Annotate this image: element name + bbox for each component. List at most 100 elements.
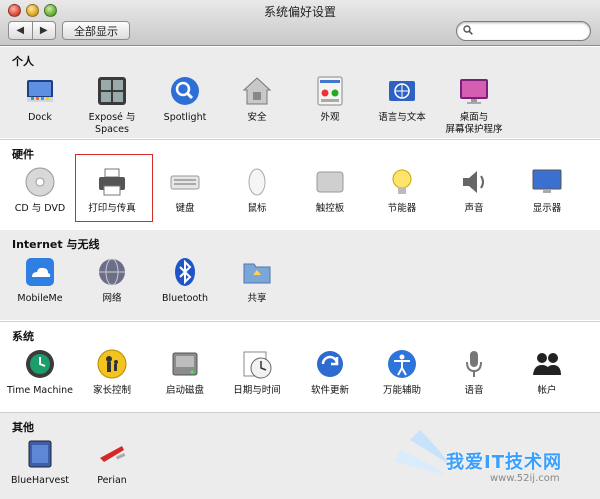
pane-label: 软件更新: [310, 385, 349, 396]
pane-mouse[interactable]: 鼠标: [222, 166, 292, 215]
section-title: 硬件: [12, 148, 34, 161]
trackpad-icon: [314, 166, 346, 198]
pane-desktop-screensaver[interactable]: 桌面与 屏幕保护程序: [439, 75, 509, 136]
blueharvest-icon: [24, 438, 56, 470]
pane-language-text[interactable]: 语言与文本: [367, 75, 437, 124]
back-button[interactable]: ◀: [9, 22, 32, 39]
search-icon: [463, 25, 473, 35]
section-system: 系统 Time Machine 家长控制 启动磁盘 日期与时间 软件更新 万能辅…: [0, 321, 600, 411]
pane-parental-controls[interactable]: 家长控制: [77, 348, 147, 397]
desktop-screensaver-icon: [458, 75, 490, 107]
sharing-icon: [241, 256, 273, 288]
pane-label: 安全: [247, 112, 267, 123]
sound-icon: [458, 166, 490, 198]
title-bar: 系统偏好设置 ◀ ▶ 全部显示: [0, 0, 600, 46]
pane-label: 万能辅助: [382, 385, 421, 396]
pane-blueharvest[interactable]: BlueHarvest: [5, 438, 75, 487]
accounts-icon: [531, 348, 563, 380]
pane-label: 共享: [247, 293, 267, 304]
pane-label: 声音: [464, 203, 484, 214]
pane-security[interactable]: 安全: [222, 75, 292, 124]
time-machine-icon: [24, 348, 56, 380]
window-title: 系统偏好设置: [263, 5, 336, 19]
pane-network[interactable]: 网络: [77, 256, 147, 305]
forward-button[interactable]: ▶: [31, 22, 56, 39]
pane-startup-disk[interactable]: 启动磁盘: [150, 348, 220, 397]
pane-appearance[interactable]: 外观: [295, 75, 365, 124]
pane-displays[interactable]: 显示器: [512, 166, 582, 215]
pane-date-time[interactable]: 日期与时间: [222, 348, 292, 397]
search-input[interactable]: [477, 24, 585, 38]
pane-software-update[interactable]: 软件更新: [295, 348, 365, 397]
security-icon: [241, 75, 273, 107]
startup-disk-icon: [169, 348, 201, 380]
pane-dock[interactable]: Dock: [5, 75, 75, 124]
pane-label: 显示器: [532, 203, 562, 214]
pane-label: 外观: [320, 112, 340, 123]
show-all-button[interactable]: 全部显示: [62, 21, 130, 40]
pane-label: Time Machine: [6, 385, 74, 396]
pane-perian[interactable]: Perian: [77, 438, 147, 487]
pane-expose-spaces[interactable]: Exposé 与 Spaces: [77, 75, 147, 136]
search-field[interactable]: [456, 21, 591, 41]
pane-label: Perian: [97, 475, 127, 486]
expose-spaces-icon: [96, 75, 128, 107]
pane-label: 语音: [464, 385, 484, 396]
pane-label: 语言与文本: [378, 112, 426, 123]
pane-trackpad[interactable]: 触控板: [295, 166, 365, 215]
watermark-url: www.52ij.com: [490, 473, 560, 484]
pane-energy-saver[interactable]: 节能器: [367, 166, 437, 215]
network-icon: [96, 256, 128, 288]
cd-dvd-icon: [24, 166, 56, 198]
watermark-title: 我爱IT技术网: [446, 452, 562, 473]
pane-time-machine[interactable]: Time Machine: [5, 348, 75, 397]
pane-label: 桌面与 屏幕保护程序: [445, 112, 503, 135]
pane-keyboard[interactable]: 键盘: [150, 166, 220, 215]
date-time-icon: [241, 348, 273, 380]
speech-icon: [458, 348, 490, 380]
pane-sound[interactable]: 声音: [439, 166, 509, 215]
pane-accounts[interactable]: 帐户: [512, 348, 582, 397]
pane-label: Bluetooth: [161, 293, 209, 304]
pane-label: Dock: [28, 112, 52, 123]
section-title: 个人: [12, 55, 34, 68]
pane-cd-dvd[interactable]: CD 与 DVD: [5, 166, 75, 215]
bluetooth-icon: [169, 256, 201, 288]
pane-mobileme[interactable]: MobileMe: [5, 256, 75, 305]
highlight-box: [75, 154, 153, 222]
energy-saver-icon: [386, 166, 418, 198]
language-text-icon: [386, 75, 418, 107]
back-forward-group: ◀ ▶: [8, 21, 56, 40]
pane-label: Spotlight: [163, 112, 207, 123]
section-personal: 个人 Dock Exposé 与 Spaces Spotlight 安全 外观 …: [0, 47, 600, 138]
software-update-icon: [314, 348, 346, 380]
section-title: Internet 与无线: [12, 238, 100, 251]
pane-label: 节能器: [387, 203, 417, 214]
pane-label: 触控板: [315, 203, 345, 214]
pane-speech[interactable]: 语音: [439, 348, 509, 397]
section-title: 其他: [12, 421, 34, 434]
display-icon: [531, 166, 563, 198]
pane-label: 启动磁盘: [165, 385, 204, 396]
pane-sharing[interactable]: 共享: [222, 256, 292, 305]
parental-controls-icon: [96, 348, 128, 380]
dock-icon: [24, 75, 56, 107]
pane-universal-access[interactable]: 万能辅助: [367, 348, 437, 397]
universal-access-icon: [386, 348, 418, 380]
section-title: 系统: [12, 330, 34, 343]
pane-label: 日期与时间: [233, 385, 281, 396]
pane-spotlight[interactable]: Spotlight: [150, 75, 220, 124]
pane-bluetooth[interactable]: Bluetooth: [150, 256, 220, 305]
perian-icon: [96, 438, 128, 470]
mobileme-icon: [24, 256, 56, 288]
pane-label: CD 与 DVD: [14, 203, 66, 214]
pane-label: BlueHarvest: [10, 475, 70, 486]
keyboard-icon: [169, 166, 201, 198]
mouse-icon: [241, 166, 273, 198]
pane-label: Exposé 与 Spaces: [88, 112, 136, 135]
pane-label: 家长控制: [92, 385, 131, 396]
watermark: 我爱IT技术网 www.52ij.com: [380, 420, 600, 499]
section-internet-wireless: Internet 与无线 MobileMe 网络 Bluetooth 共享: [0, 230, 600, 320]
pane-label: MobileMe: [17, 293, 63, 304]
pane-label: 键盘: [175, 203, 195, 214]
